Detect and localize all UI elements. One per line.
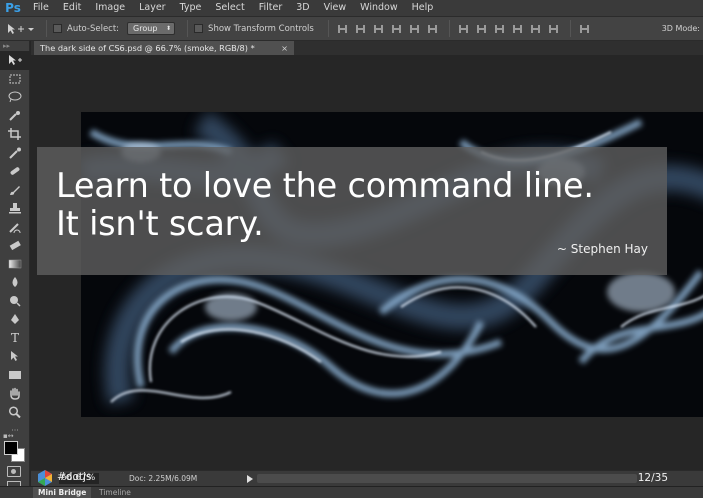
menu-type[interactable]: Type — [173, 0, 209, 16]
photoshop-logo: Ps — [5, 1, 21, 15]
menu-bar: Ps File Edit Image Layer Type Select Fil… — [0, 0, 703, 16]
auto-select-value: Group — [133, 24, 158, 33]
move-tool-icon — [8, 23, 34, 34]
conference-logo-icon — [38, 470, 52, 486]
auto-align-layers-icon[interactable] — [577, 22, 593, 36]
move-tool-icon[interactable] — [0, 51, 30, 70]
type-tool-icon[interactable]: T — [0, 329, 30, 348]
3d-mode-label: 3D Mode: — [661, 24, 700, 33]
quote-overlay: Learn to love the command line. It isn't… — [37, 147, 667, 275]
options-separator — [187, 20, 189, 37]
bottom-panel-tabs: Mini Bridge Timeline — [0, 486, 703, 498]
path-selection-tool-icon[interactable] — [0, 347, 30, 366]
distribute-left-icon[interactable] — [510, 22, 526, 36]
foreground-color-swatch[interactable] — [4, 441, 18, 455]
lasso-tool-icon[interactable] — [0, 88, 30, 107]
options-separator — [46, 20, 47, 37]
panel-collapse-icon[interactable]: ▸▸ — [0, 41, 29, 51]
align-hcenter-icon[interactable] — [407, 22, 423, 36]
tools-panel: ▸▸ T ··· ▪↔ — [0, 41, 30, 492]
menu-image[interactable]: Image — [88, 0, 132, 16]
menu-layer[interactable]: Layer — [132, 0, 173, 16]
crop-tool-icon[interactable] — [0, 125, 30, 144]
document-tab-bar: The dark side of CS6.psd @ 66.7% (smoke,… — [31, 41, 703, 55]
distribute-right-icon[interactable] — [546, 22, 562, 36]
clone-stamp-tool-icon[interactable] — [0, 199, 30, 218]
menu-view[interactable]: View — [317, 0, 354, 16]
options-separator — [569, 20, 571, 37]
show-transform-checkbox[interactable] — [194, 24, 204, 33]
menu-edit[interactable]: Edit — [56, 0, 88, 16]
close-icon[interactable]: × — [281, 41, 288, 55]
blur-tool-icon[interactable] — [0, 273, 30, 292]
options-bar: Auto-Select: Group ⬍ Show Transform Cont… — [0, 16, 703, 41]
options-separator — [327, 20, 329, 37]
menu-window[interactable]: Window — [353, 0, 404, 16]
distribute-top-icon[interactable] — [456, 22, 472, 36]
dodge-tool-icon[interactable] — [0, 292, 30, 311]
align-top-icon[interactable] — [335, 22, 351, 36]
align-left-icon[interactable] — [389, 22, 405, 36]
status-bar: 66.67% Doc: 2.25M/6.09M 12/35 — [31, 470, 703, 486]
hand-tool-icon[interactable] — [0, 384, 30, 403]
menu-filter[interactable]: Filter — [252, 0, 290, 16]
show-transform-label: Show Transform Controls — [208, 23, 314, 34]
distribute-vcenter-icon[interactable] — [474, 22, 490, 36]
auto-select-label: Auto-Select: — [67, 23, 120, 34]
distribute-bottom-icon[interactable] — [492, 22, 508, 36]
tab-timeline[interactable]: Timeline — [94, 487, 136, 498]
marquee-tool-icon[interactable] — [0, 70, 30, 89]
align-vcenter-icon[interactable] — [353, 22, 369, 36]
options-separator — [448, 20, 450, 37]
distribute-hcenter-icon[interactable] — [528, 22, 544, 36]
healing-brush-tool-icon[interactable] — [0, 162, 30, 181]
tool-preset-picker[interactable] — [0, 20, 40, 38]
auto-select-checkbox[interactable] — [53, 24, 62, 33]
pen-tool-icon[interactable] — [0, 310, 30, 329]
align-right-icon[interactable] — [425, 22, 441, 36]
gradient-tool-icon[interactable] — [0, 255, 30, 274]
quote-line-1: Learn to love the command line. — [56, 166, 594, 205]
document-info: Doc: 2.25M/6.09M — [129, 474, 198, 483]
slide-number: 12/35 — [637, 472, 668, 484]
menu-file[interactable]: File — [26, 0, 56, 16]
brush-tool-icon[interactable] — [0, 181, 30, 200]
menu-help[interactable]: Help — [405, 0, 441, 16]
horizontal-scrollbar[interactable] — [257, 474, 637, 483]
default-colors-icon[interactable]: ▪↔ — [3, 432, 14, 440]
auto-select-dropdown[interactable]: Group ⬍ — [127, 22, 176, 35]
quote-text: Learn to love the command line. It isn't… — [56, 167, 594, 242]
canvas-area[interactable]: Learn to love the command line. It isn't… — [31, 55, 703, 470]
menu-3d[interactable]: 3D — [289, 0, 316, 16]
quote-author: ~ Stephen Hay — [556, 242, 648, 256]
status-menu-arrow-icon[interactable] — [244, 474, 256, 484]
document-tab-title: The dark side of CS6.psd @ 66.7% (smoke,… — [40, 43, 255, 53]
quote-line-2: It isn't scary. — [56, 203, 264, 243]
menu-select[interactable]: Select — [208, 0, 251, 16]
align-bottom-icon[interactable] — [371, 22, 387, 36]
quick-mask-icon[interactable] — [7, 466, 21, 477]
hashtag-label: #dotjs — [57, 471, 92, 483]
shape-tool-icon[interactable] — [0, 366, 30, 385]
zoom-tool-icon[interactable] — [0, 403, 30, 422]
history-brush-tool-icon[interactable] — [0, 218, 30, 237]
eraser-tool-icon[interactable] — [0, 236, 30, 255]
document-tab[interactable]: The dark side of CS6.psd @ 66.7% (smoke,… — [34, 41, 294, 55]
updown-arrows-icon: ⬍ — [166, 25, 172, 32]
tab-mini-bridge[interactable]: Mini Bridge — [33, 487, 92, 498]
eyedropper-tool-icon[interactable] — [0, 144, 30, 163]
quick-select-tool-icon[interactable] — [0, 107, 30, 126]
